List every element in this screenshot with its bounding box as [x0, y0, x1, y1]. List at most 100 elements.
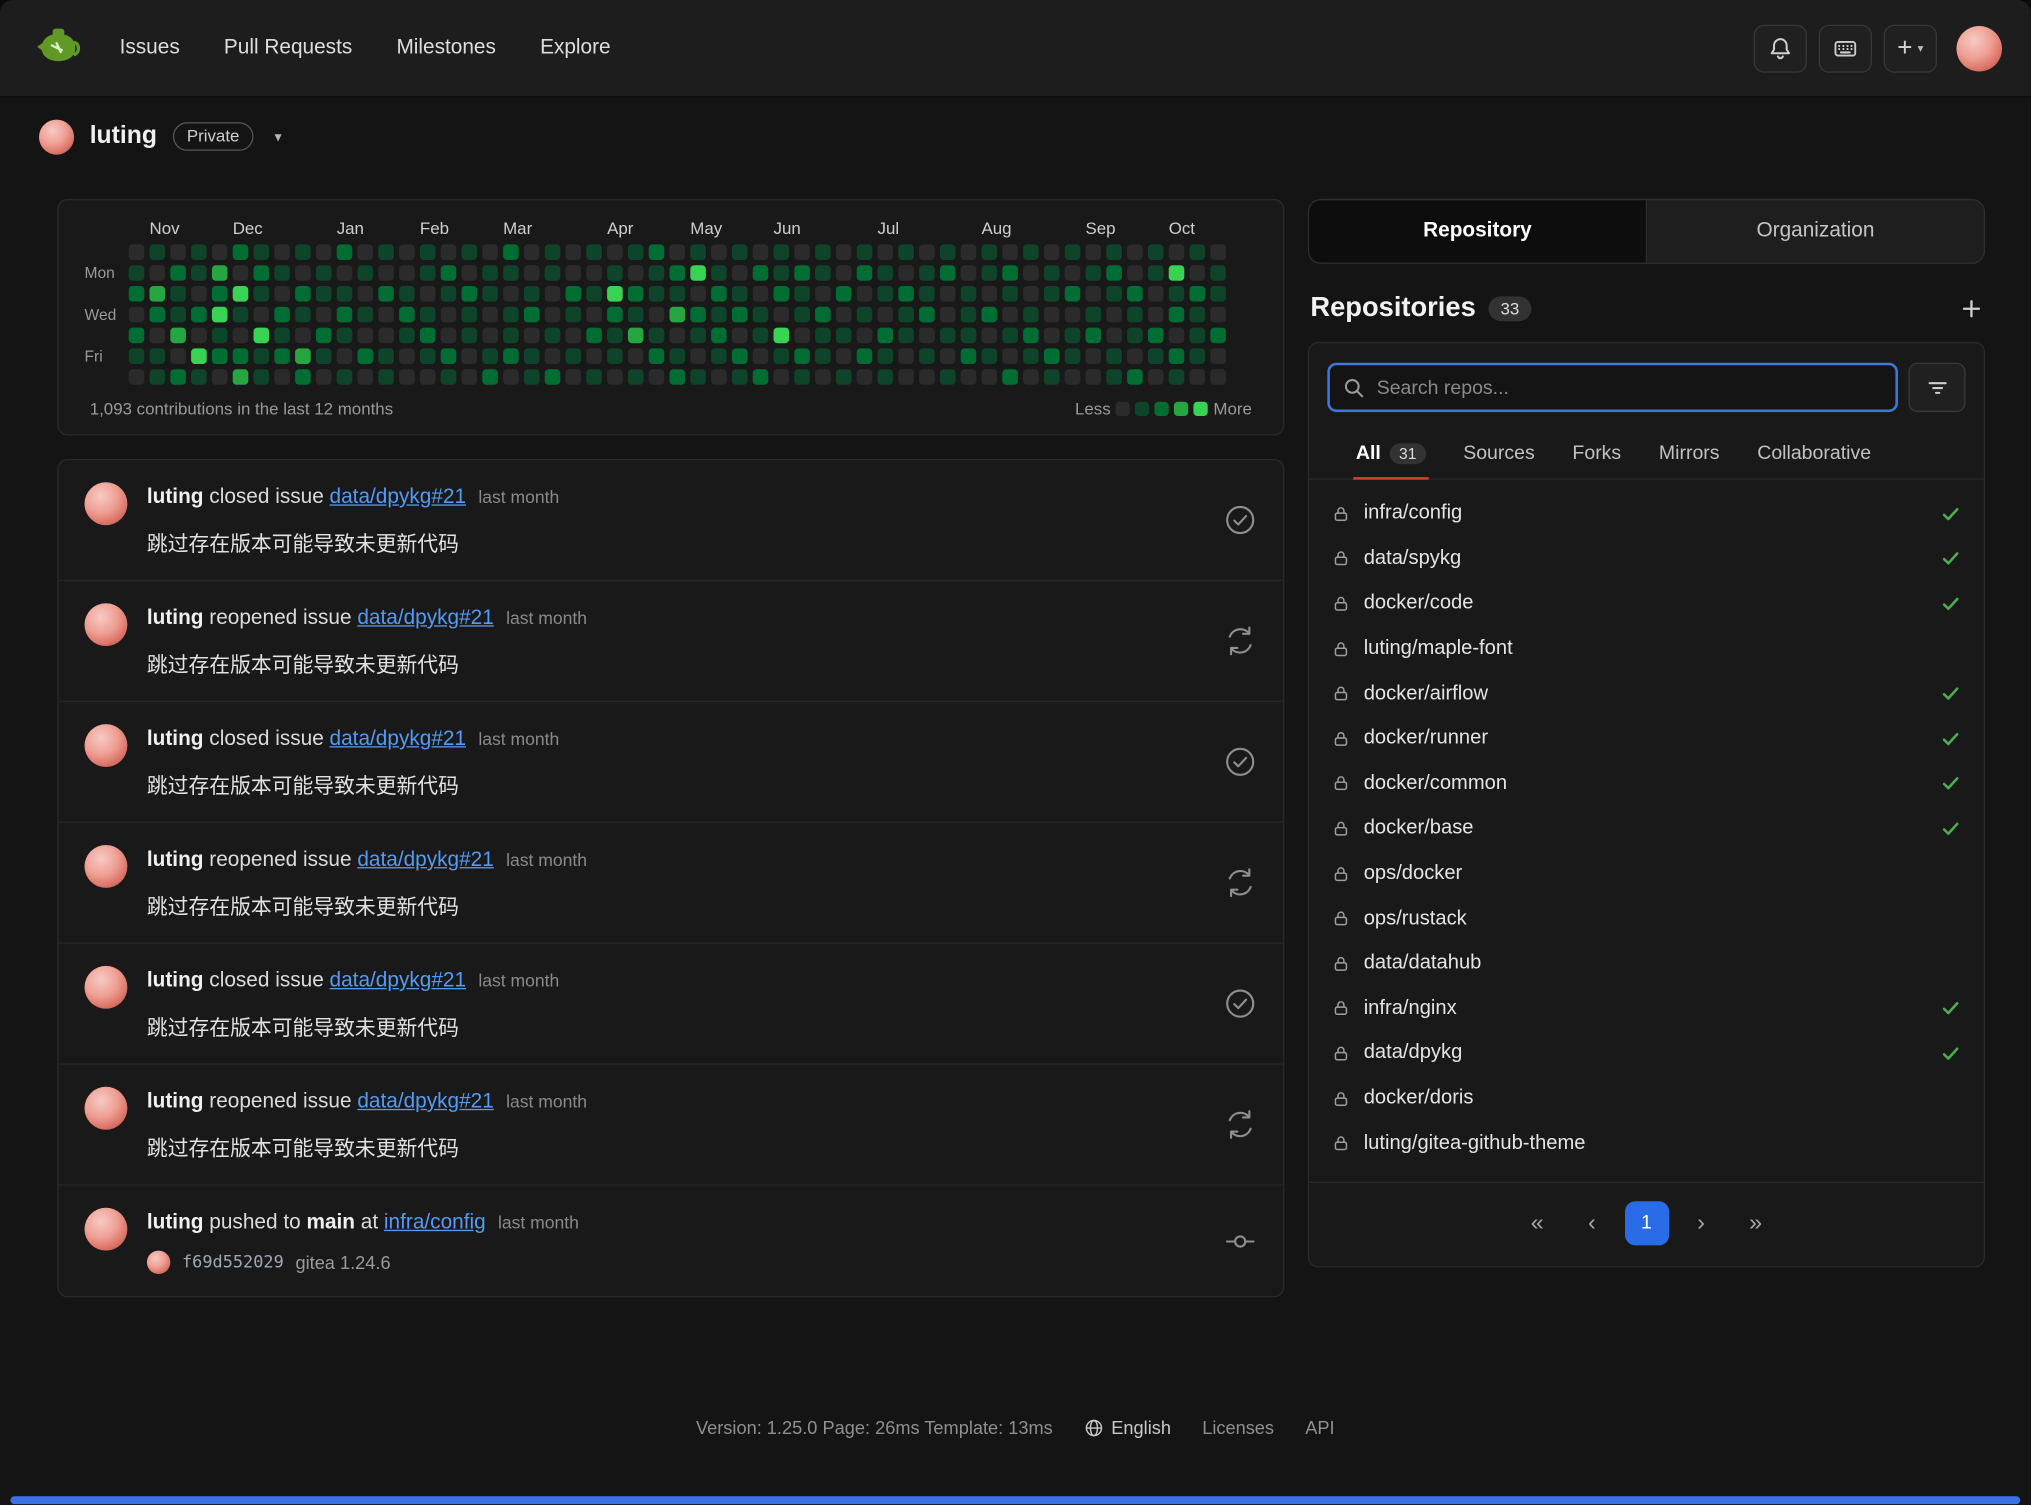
heatmap-cell[interactable] [940, 348, 956, 364]
heatmap-cell[interactable] [274, 307, 290, 323]
heatmap-cell[interactable] [774, 307, 790, 323]
heatmap-cell[interactable] [1065, 265, 1081, 281]
filter-tab-sources[interactable]: Sources [1461, 430, 1538, 478]
heatmap-cell[interactable] [1106, 307, 1122, 323]
heatmap-cell[interactable] [586, 265, 602, 281]
heatmap-cell[interactable] [378, 307, 394, 323]
heatmap-cell[interactable] [524, 286, 540, 302]
footer-link-api[interactable]: API [1305, 1417, 1334, 1438]
heatmap-cell[interactable] [461, 307, 477, 323]
actor-name[interactable]: luting [147, 728, 204, 750]
heatmap-cell[interactable] [981, 265, 997, 281]
repo-link[interactable]: docker/code [1364, 592, 1474, 615]
heatmap-cell[interactable] [545, 286, 561, 302]
heatmap-cell[interactable] [1086, 307, 1102, 323]
heatmap-cell[interactable] [150, 244, 166, 260]
repo-link[interactable]: docker/base [1364, 817, 1474, 840]
heatmap-cell[interactable] [586, 307, 602, 323]
heatmap-cell[interactable] [1023, 286, 1039, 302]
heatmap-cell[interactable] [711, 286, 727, 302]
heatmap-cell[interactable] [1023, 265, 1039, 281]
heatmap-cell[interactable] [961, 244, 977, 260]
heatmap-cell[interactable] [378, 286, 394, 302]
repo-link[interactable]: data/dpykg [1364, 1042, 1463, 1065]
heatmap-cell[interactable] [607, 286, 623, 302]
heatmap-cell[interactable] [877, 328, 893, 344]
heatmap-cell[interactable] [857, 265, 873, 281]
repo-search-input[interactable] [1377, 376, 1883, 398]
actor-avatar[interactable] [85, 845, 128, 888]
heatmap-cell[interactable] [877, 307, 893, 323]
new-repository-button[interactable] [1960, 297, 1982, 319]
heatmap-cell[interactable] [815, 307, 831, 323]
nav-link-issues[interactable]: Issues [120, 36, 180, 59]
heatmap-cell[interactable] [1002, 328, 1018, 344]
heatmap-cell[interactable] [940, 244, 956, 260]
actor-avatar[interactable] [85, 603, 128, 646]
heatmap-cell[interactable] [1023, 244, 1039, 260]
heatmap-cell[interactable] [420, 348, 436, 364]
actor-name[interactable]: luting [147, 486, 204, 508]
heatmap-cell[interactable] [482, 328, 498, 344]
heatmap-cell[interactable] [753, 348, 769, 364]
heatmap-cell[interactable] [961, 348, 977, 364]
heatmap-cell[interactable] [441, 369, 457, 385]
heatmap-cell[interactable] [628, 328, 644, 344]
heatmap-cell[interactable] [129, 328, 145, 344]
heatmap-cell[interactable] [857, 244, 873, 260]
user-avatar-menu[interactable] [1956, 25, 2002, 71]
heatmap-cell[interactable] [337, 328, 353, 344]
heatmap-cell[interactable] [1086, 328, 1102, 344]
heatmap-cell[interactable] [919, 286, 935, 302]
heatmap-cell[interactable] [857, 348, 873, 364]
repo-link[interactable]: infra/config [1364, 502, 1463, 525]
heatmap-cell[interactable] [1210, 244, 1226, 260]
issue-link[interactable]: data/dpykg#21 [330, 728, 466, 750]
heatmap-cell[interactable] [815, 348, 831, 364]
heatmap-cell[interactable] [150, 286, 166, 302]
heatmap-cell[interactable] [1127, 265, 1143, 281]
heatmap-cell[interactable] [378, 369, 394, 385]
actor-avatar[interactable] [85, 482, 128, 525]
filter-tab-forks[interactable]: Forks [1570, 430, 1624, 478]
heatmap-cell[interactable] [420, 328, 436, 344]
issue-link[interactable]: data/dpykg#21 [330, 486, 466, 508]
issue-link[interactable]: data/dpykg#21 [357, 849, 493, 871]
heatmap-cell[interactable] [981, 369, 997, 385]
heatmap-cell[interactable] [711, 307, 727, 323]
heatmap-cell[interactable] [1148, 286, 1164, 302]
heatmap-cell[interactable] [961, 307, 977, 323]
heatmap-cell[interactable] [441, 286, 457, 302]
heatmap-cell[interactable] [191, 369, 207, 385]
heatmap-cell[interactable] [358, 265, 374, 281]
heatmap-cell[interactable] [670, 265, 686, 281]
heatmap-cell[interactable] [545, 265, 561, 281]
heatmap-cell[interactable] [524, 265, 540, 281]
heatmap-cell[interactable] [316, 307, 332, 323]
heatmap-cell[interactable] [1023, 348, 1039, 364]
actor-name[interactable]: luting [147, 1091, 204, 1113]
heatmap-cell[interactable] [836, 286, 852, 302]
heatmap-cell[interactable] [253, 328, 269, 344]
heatmap-cell[interactable] [586, 348, 602, 364]
heatmap-cell[interactable] [1148, 328, 1164, 344]
heatmap-cell[interactable] [981, 328, 997, 344]
heatmap-cell[interactable] [940, 328, 956, 344]
heatmap-cell[interactable] [815, 328, 831, 344]
heatmap-cell[interactable] [607, 328, 623, 344]
repo-link[interactable]: docker/common [1364, 772, 1507, 795]
heatmap-cell[interactable] [358, 328, 374, 344]
heatmap-cell[interactable] [670, 369, 686, 385]
heatmap-cell[interactable] [919, 328, 935, 344]
heatmap-cell[interactable] [274, 265, 290, 281]
filter-tab-all[interactable]: All31 [1353, 430, 1428, 478]
heatmap-cell[interactable] [794, 244, 810, 260]
heatmap-cell[interactable] [670, 348, 686, 364]
heatmap-cell[interactable] [566, 348, 582, 364]
heatmap-cell[interactable] [482, 348, 498, 364]
heatmap-cell[interactable] [170, 286, 186, 302]
heatmap-cell[interactable] [1065, 286, 1081, 302]
heatmap-cell[interactable] [482, 244, 498, 260]
heatmap-cell[interactable] [212, 369, 228, 385]
heatmap-cell[interactable] [898, 286, 914, 302]
